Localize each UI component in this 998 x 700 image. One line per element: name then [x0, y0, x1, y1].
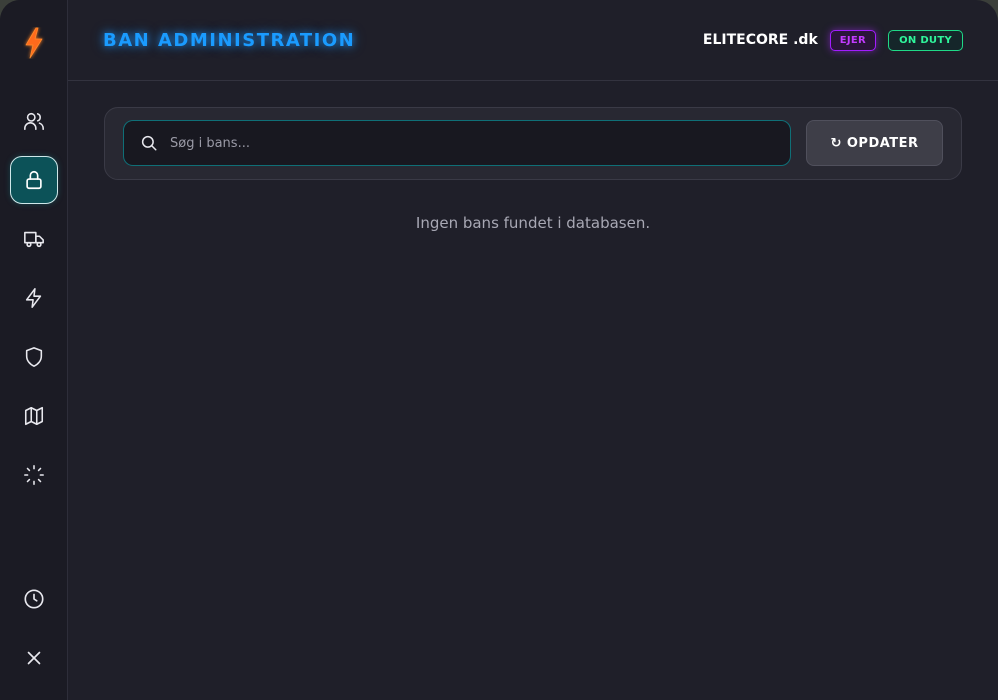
bolt-logo-icon [19, 26, 49, 60]
sidebar-item-history[interactable] [10, 575, 58, 623]
sidebar-item-loading[interactable] [10, 451, 58, 499]
search-box[interactable] [123, 120, 791, 166]
lock-icon [26, 170, 42, 190]
page-header: BAN ADMINISTRATION ELITECORE .dk EJER ON… [68, 0, 998, 81]
truck-icon [24, 231, 44, 248]
sidebar-item-users[interactable] [10, 97, 58, 145]
clock-icon [24, 589, 44, 609]
map-icon [24, 406, 44, 426]
users-icon [24, 112, 44, 131]
duty-status-badge: ON DUTY [888, 29, 963, 51]
search-panel: ↻ OPDATER [104, 107, 962, 180]
loader-icon [24, 465, 44, 485]
bolt-icon [25, 288, 42, 308]
empty-state-message: Ingen bans fundet i databasen. [415, 214, 651, 232]
main-content: BAN ADMINISTRATION ELITECORE .dk EJER ON… [68, 0, 998, 700]
search-input[interactable] [170, 135, 790, 151]
close-button[interactable] [10, 634, 58, 682]
sidebar-item-security[interactable] [10, 333, 58, 381]
search-icon [141, 135, 157, 151]
server-name: ELITECORE .dk [702, 32, 818, 48]
sidebar-item-actions[interactable] [10, 274, 58, 322]
page-title: BAN ADMINISTRATION [103, 29, 356, 51]
sidebar-item-map[interactable] [10, 392, 58, 440]
app-window: BAN ADMINISTRATION ELITECORE .dk EJER ON… [0, 0, 998, 700]
shield-icon [25, 347, 43, 367]
sidebar-item-vehicles[interactable] [10, 215, 58, 263]
close-icon [27, 651, 41, 665]
refresh-icon: ↻ [830, 135, 842, 151]
role-badge: EJER [829, 29, 877, 51]
sidebar-item-bans[interactable] [10, 156, 58, 204]
refresh-button[interactable]: ↻ OPDATER [806, 120, 943, 166]
sidebar [0, 0, 68, 700]
header-status: ELITECORE .dk EJER ON DUTY [702, 29, 963, 51]
refresh-button-label: OPDATER [846, 135, 919, 151]
